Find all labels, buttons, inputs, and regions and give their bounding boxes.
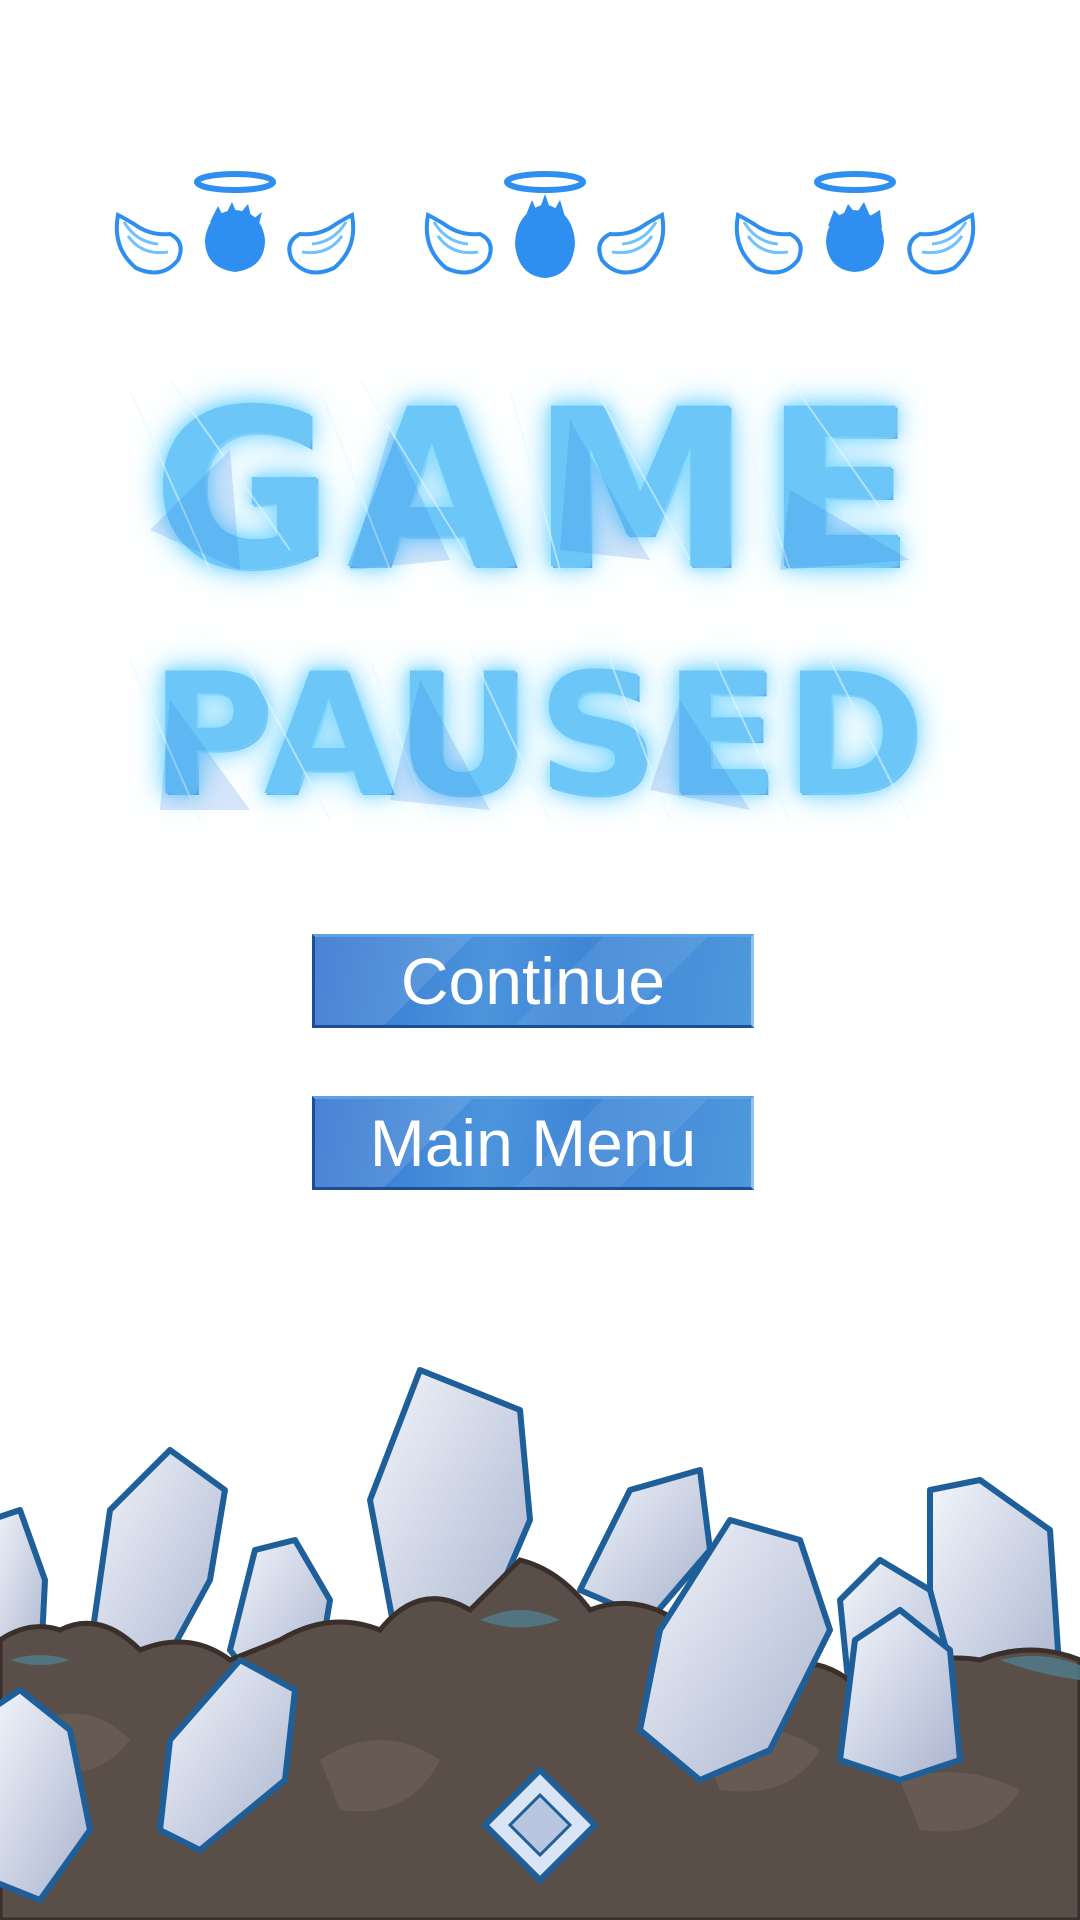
crystal-rock-scenery [0,1367,1080,1920]
angel-life-icon [110,160,360,300]
title-line-game: GAME [151,362,929,618]
continue-button[interactable]: Continue [312,934,754,1028]
angel-life-icon [420,160,670,300]
game-paused-title: GAME PAUSED [90,370,990,850]
lives-row [110,160,980,300]
main-menu-button[interactable]: Main Menu [312,1096,754,1190]
main-menu-label: Main Menu [369,1106,697,1180]
title-line-paused: PAUSED [149,637,931,833]
angel-life-icon [730,160,980,300]
continue-label: Continue [400,944,666,1018]
